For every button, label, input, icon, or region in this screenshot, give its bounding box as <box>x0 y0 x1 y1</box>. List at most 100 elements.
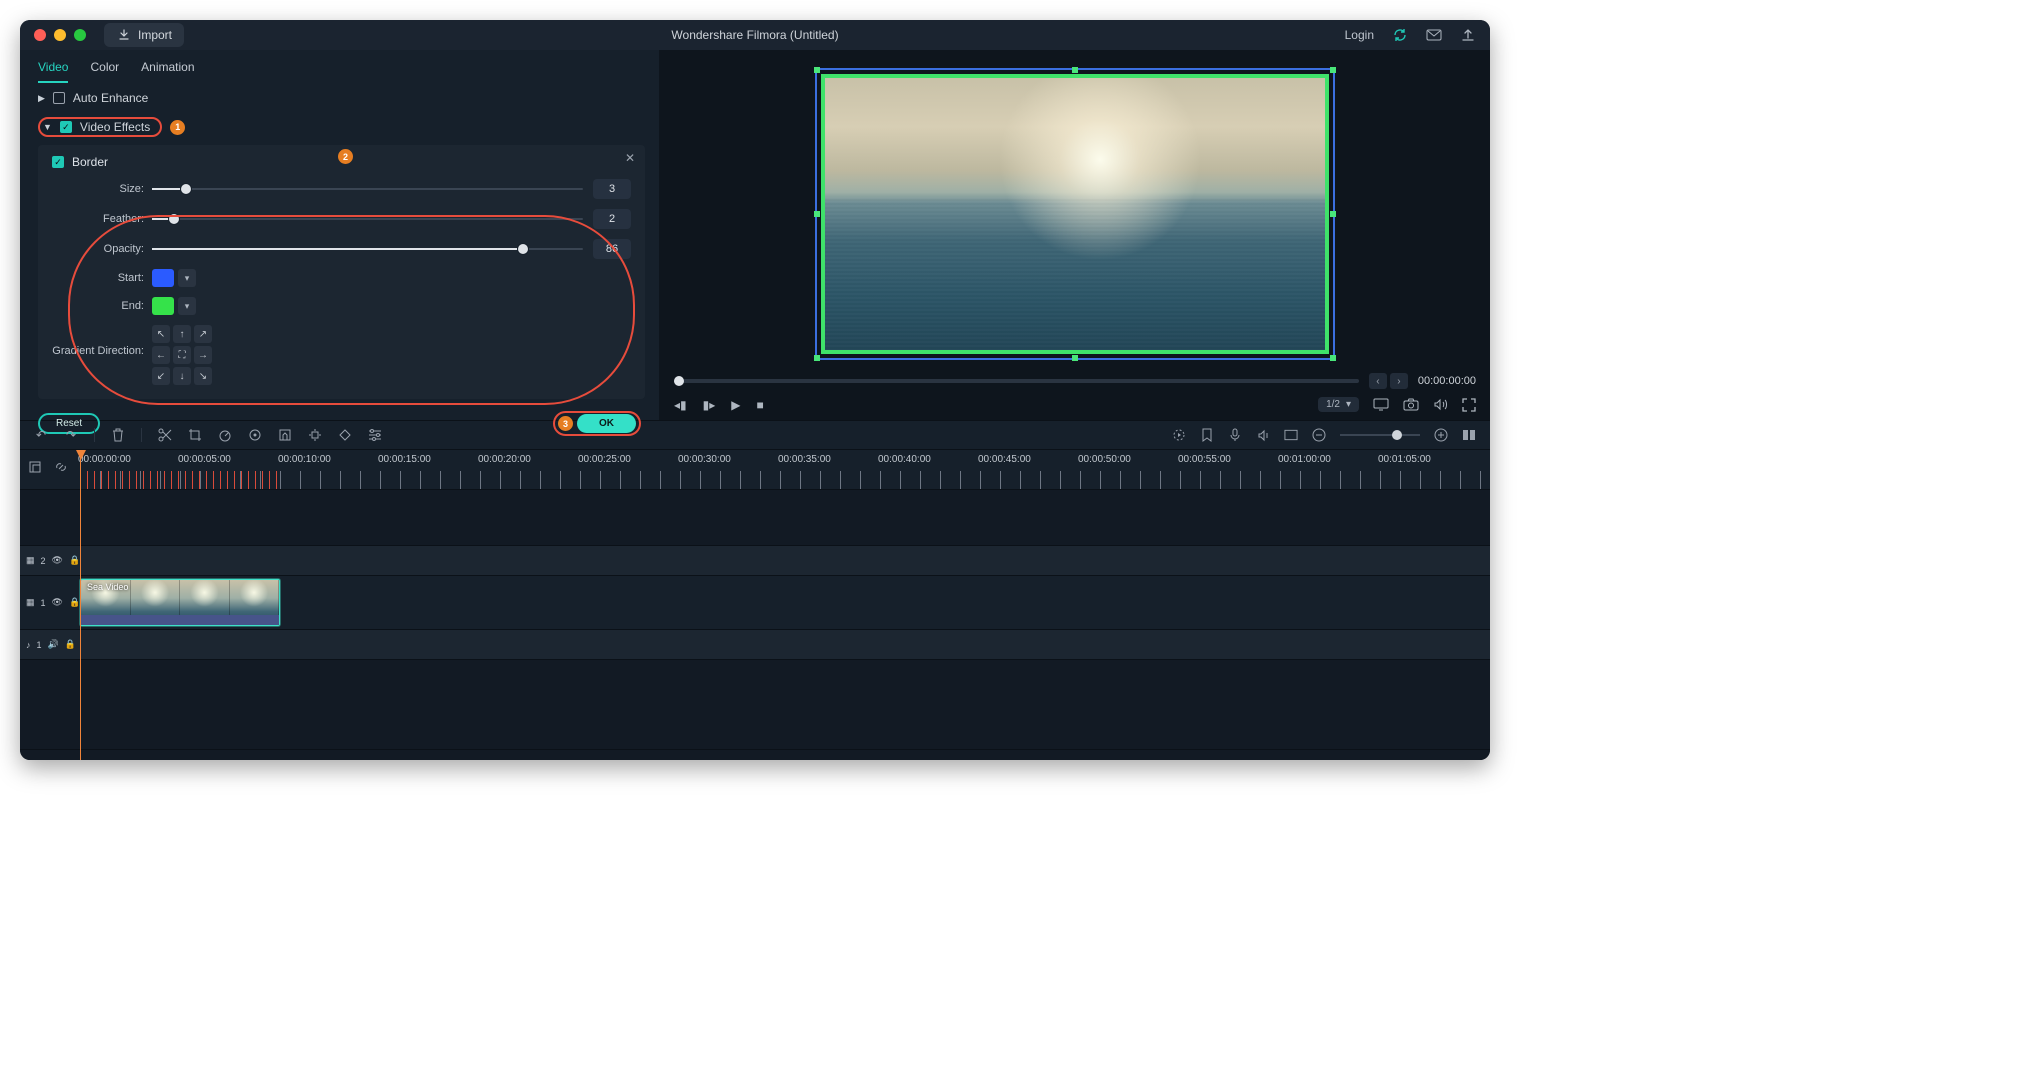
lock-icon[interactable]: 🔒 <box>69 555 80 566</box>
track-body[interactable] <box>80 630 1490 659</box>
prev-frame-button[interactable]: ◂▮ <box>674 398 687 412</box>
maximize-window-icon[interactable] <box>74 29 86 41</box>
eye-icon[interactable]: 👁 <box>52 555 63 566</box>
video-track-1[interactable]: ▦ 1 👁 🔒 Sea Video <box>20 576 1490 630</box>
handle-icon[interactable] <box>814 67 820 73</box>
speed-icon[interactable] <box>218 428 232 442</box>
stop-button[interactable]: ■ <box>757 398 764 412</box>
grad-w-button[interactable]: ← <box>152 346 170 364</box>
playhead[interactable] <box>80 450 81 760</box>
fit-timeline-icon[interactable] <box>1462 428 1476 442</box>
audio-track-1[interactable]: ♪ 1 🔊 🔒 <box>20 630 1490 660</box>
voiceover-icon[interactable] <box>1228 428 1242 442</box>
handle-icon[interactable] <box>1330 355 1336 361</box>
next-marker-button[interactable]: › <box>1390 373 1408 389</box>
handle-icon[interactable] <box>1072 67 1078 73</box>
grad-se-button[interactable]: ↘ <box>194 367 212 385</box>
video-selection-frame[interactable] <box>815 68 1335 360</box>
tab-animation[interactable]: Animation <box>141 60 194 83</box>
login-button[interactable]: Login <box>1345 28 1374 42</box>
video-effects-row[interactable]: ▼ Video Effects 1 <box>20 113 659 141</box>
split-icon[interactable] <box>158 428 172 442</box>
display-icon[interactable] <box>1373 398 1389 411</box>
grad-e-button[interactable]: → <box>194 346 212 364</box>
mail-icon[interactable] <box>1426 27 1442 43</box>
render-icon[interactable] <box>1172 428 1186 442</box>
minimize-window-icon[interactable] <box>54 29 66 41</box>
handle-icon[interactable] <box>1072 355 1078 361</box>
motion-tracking-icon[interactable] <box>308 428 322 442</box>
handle-icon[interactable] <box>1330 67 1336 73</box>
video-track-2[interactable]: ▦ 2 👁 🔒 <box>20 546 1490 576</box>
start-color-dropdown[interactable]: ▾ <box>178 269 196 287</box>
opacity-slider[interactable] <box>152 242 583 256</box>
mute-icon[interactable]: 🔊 <box>48 639 59 650</box>
grad-n-button[interactable]: ↑ <box>173 325 191 343</box>
grad-sw-button[interactable]: ↙ <box>152 367 170 385</box>
scrub-bar[interactable] <box>674 379 1359 383</box>
import-button[interactable]: Import <box>104 23 184 47</box>
next-frame-button[interactable]: ▮▸ <box>703 398 716 412</box>
video-track-icon: ▦ <box>26 597 35 608</box>
handle-icon[interactable] <box>814 355 820 361</box>
handle-icon[interactable] <box>1330 211 1336 217</box>
redo-icon[interactable]: ↷ <box>64 428 78 442</box>
volume-icon[interactable] <box>1433 398 1448 411</box>
zoom-out-icon[interactable] <box>1312 428 1326 442</box>
close-icon[interactable]: ✕ <box>625 151 635 165</box>
scrub-thumb-icon[interactable] <box>674 376 684 386</box>
ok-button[interactable]: OK <box>577 414 636 433</box>
tracks-spacer <box>20 660 1490 750</box>
link-icon[interactable] <box>54 460 68 474</box>
delete-icon[interactable] <box>111 428 125 442</box>
eye-icon[interactable]: 👁 <box>52 597 63 608</box>
handle-icon[interactable] <box>814 211 820 217</box>
video-preview[interactable] <box>660 50 1490 373</box>
ratio-icon[interactable] <box>1284 428 1298 442</box>
end-color-swatch[interactable] <box>152 297 174 315</box>
mixer-icon[interactable] <box>1256 428 1270 442</box>
prev-marker-button[interactable]: ‹ <box>1369 373 1387 389</box>
grad-nw-button[interactable]: ↖ <box>152 325 170 343</box>
lock-icon[interactable]: 🔒 <box>69 597 80 608</box>
undo-icon[interactable]: ↶ <box>34 428 48 442</box>
crop-icon[interactable] <box>188 428 202 442</box>
start-color-swatch[interactable] <box>152 269 174 287</box>
fullscreen-icon[interactable] <box>1462 398 1476 412</box>
export-icon[interactable] <box>1460 27 1476 43</box>
track-body[interactable]: Sea Video <box>80 576 1490 629</box>
sync-icon[interactable] <box>1392 27 1408 43</box>
separator <box>141 428 142 442</box>
tab-video[interactable]: Video <box>38 60 68 83</box>
timeline-ruler[interactable]: 00:00:00:0000:00:05:0000:00:10:0000:00:1… <box>20 450 1490 490</box>
zoom-in-icon[interactable] <box>1434 428 1448 442</box>
timeline-zoom-slider[interactable] <box>1340 434 1420 436</box>
green-screen-icon[interactable] <box>278 428 292 442</box>
grad-ne-button[interactable]: ↗ <box>194 325 212 343</box>
video-clip[interactable]: Sea Video <box>80 579 280 626</box>
feather-value[interactable]: 2 <box>593 209 631 229</box>
snapshot-icon[interactable] <box>1403 398 1419 411</box>
lock-icon[interactable]: 🔒 <box>65 639 76 650</box>
video-effects-checkbox[interactable] <box>60 121 72 133</box>
adjust-icon[interactable] <box>368 428 382 442</box>
track-body[interactable] <box>80 546 1490 575</box>
border-checkbox[interactable] <box>52 156 64 168</box>
end-color-dropdown[interactable]: ▾ <box>178 297 196 315</box>
auto-enhance-checkbox[interactable] <box>53 92 65 104</box>
marker-icon[interactable] <box>1200 428 1214 442</box>
tab-color[interactable]: Color <box>90 60 119 83</box>
auto-enhance-row[interactable]: ▶ Auto Enhance <box>20 83 659 113</box>
grad-center-button[interactable]: ⛶ <box>173 346 191 364</box>
size-slider[interactable] <box>152 182 583 196</box>
play-button[interactable]: ▶ <box>731 398 740 412</box>
close-window-icon[interactable] <box>34 29 46 41</box>
zoom-select[interactable]: 1/2 ▾ <box>1318 397 1359 412</box>
size-value[interactable]: 3 <box>593 179 631 199</box>
track-add-icon[interactable] <box>28 460 42 474</box>
grad-s-button[interactable]: ↓ <box>173 367 191 385</box>
keyframe-icon[interactable] <box>338 428 352 442</box>
feather-slider[interactable] <box>152 212 583 226</box>
opacity-value[interactable]: 86 <box>593 239 631 259</box>
color-icon[interactable] <box>248 428 262 442</box>
